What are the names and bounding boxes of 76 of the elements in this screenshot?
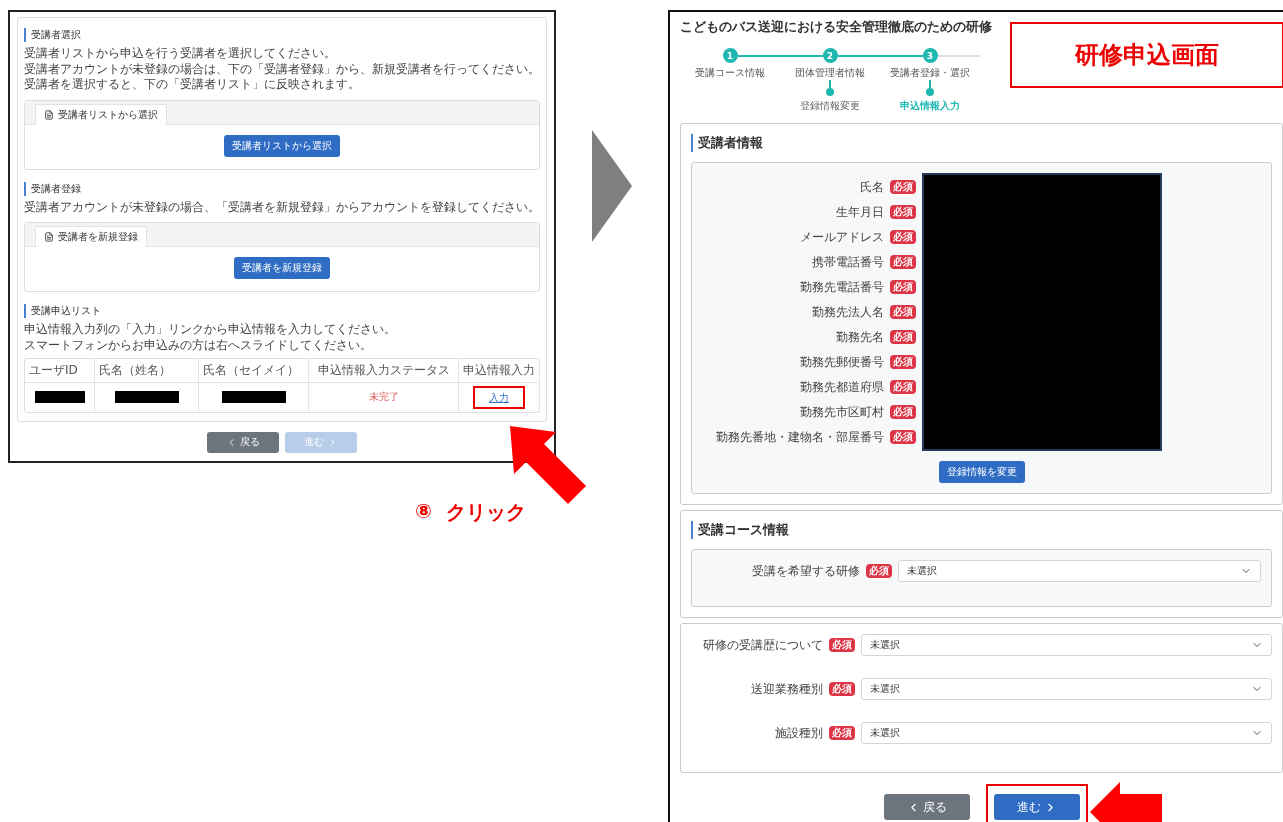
required-badge: 必須: [890, 230, 916, 244]
field-label: 勤務先市区町村: [800, 403, 884, 421]
status-text: 未完了: [368, 390, 399, 405]
redacted-block: [114, 391, 179, 404]
action-button[interactable]: 受講者を新規登録: [234, 257, 330, 280]
field-label: メールアドレス: [800, 228, 884, 246]
field-label: 勤務先番地・建物名・部屋番号: [716, 428, 884, 446]
step-circle: 1: [722, 48, 738, 63]
section-heading: 受講コース情報: [691, 521, 1272, 539]
field-label: 受講を希望する研修: [752, 562, 860, 580]
field-label: 携帯電話番号: [812, 253, 884, 271]
field-label: 勤務先名: [836, 328, 884, 346]
section-description: 受講者アカウントが未登録の場合、「受講者を新規登録」からアカウントを登録してください。: [24, 199, 540, 216]
column-header: 申込情報入力: [459, 358, 540, 383]
field-label: 勤務先郵便番号: [800, 353, 884, 371]
required-badge: 必須: [890, 380, 916, 394]
required-badge: 必須: [829, 638, 855, 652]
column-header: 氏名（セイメイ）: [199, 358, 309, 383]
required-badge: 必須: [866, 564, 892, 578]
step-circle: 3: [922, 48, 938, 63]
chevron-arrow-icon: [592, 130, 632, 242]
step-number: ⑧: [415, 498, 432, 525]
document-icon: [44, 232, 54, 243]
section-description: 申込情報入力列の「入力」リンクから申込情報を入力してください。 スマートフォンからお申込みの方は右へスライドしてください。: [24, 322, 397, 354]
caption-callout: 研修申込画面: [1010, 22, 1283, 88]
tab[interactable]: 受講者リストから選択: [35, 103, 167, 125]
next-button[interactable]: 進む: [993, 794, 1080, 820]
field-label: 送迎業務種別: [751, 680, 823, 698]
select-field[interactable]: 未選択: [861, 678, 1272, 700]
required-badge: 必須: [890, 280, 916, 294]
column-header: 申込情報入力ステータス: [309, 358, 459, 383]
redacted-block: [34, 391, 85, 404]
annotation-text: クリック: [446, 498, 526, 526]
field-label: 施設種別: [775, 724, 823, 742]
required-badge: 必須: [890, 330, 916, 344]
action-button[interactable]: 受講者リストから選択: [224, 134, 340, 157]
page-title: こどものバス送迎における安全管理徹底のための研修: [680, 18, 993, 36]
field-label: 生年月日: [836, 203, 884, 221]
redacted-block: [221, 391, 286, 404]
field-label: 勤務先電話番号: [800, 278, 884, 296]
select-field[interactable]: 未選択: [861, 722, 1272, 744]
back-button[interactable]: 戻る: [207, 431, 279, 453]
field-label: 研修の受講歴について: [703, 636, 823, 654]
required-badge: 必須: [890, 180, 916, 194]
required-badge: 必須: [890, 405, 916, 419]
pointer-arrow-icon: [1090, 782, 1162, 822]
required-badge: 必須: [890, 355, 916, 369]
required-badge: 必須: [890, 305, 916, 319]
field-label: 勤務先法人名: [812, 303, 884, 321]
select-field[interactable]: 未選択: [898, 560, 1261, 582]
pointer-arrow-icon: [508, 424, 588, 506]
step-label: 団体管理者情報: [795, 66, 865, 80]
field-label: 勤務先都道府県: [800, 378, 884, 396]
document-icon: [44, 109, 54, 120]
change-button[interactable]: 登録情報を変更: [938, 461, 1025, 483]
section-heading: 受講申込リスト: [24, 304, 540, 319]
tab[interactable]: 受講者を新規登録: [35, 226, 147, 248]
required-badge: 必須: [829, 726, 855, 740]
column-header: 氏名（姓名）: [95, 358, 199, 383]
required-badge: 必須: [890, 430, 916, 444]
section-heading: 受講者選択: [24, 28, 540, 42]
section-description: 受講者リストから申込を行う受講者を選択してください。 受講者アカウントが未登録の場合は、下の「受講者登録」から、新規受講者を行ってください。 受講者を選択すると、下の「受講者リスト」に反映されます。: [24, 46, 540, 93]
column-header: ユーザID: [25, 358, 95, 383]
step-label: 受講者登録・選択: [890, 66, 970, 80]
step-label: 受講コース情報: [695, 66, 765, 80]
back-button[interactable]: 戻る: [883, 794, 970, 820]
substep-label[interactable]: 登録情報変更: [800, 99, 860, 113]
section-heading: 受講者登録: [24, 181, 540, 196]
section-heading: 受講者情報: [691, 134, 1272, 152]
required-badge: 必須: [890, 255, 916, 269]
step-circle: 2: [822, 48, 838, 63]
input-link[interactable]: 入力: [489, 391, 509, 403]
required-badge: 必須: [829, 682, 855, 696]
select-field[interactable]: 未選択: [861, 634, 1272, 656]
field-label: 氏名: [860, 178, 884, 196]
required-badge: 必須: [890, 205, 916, 219]
